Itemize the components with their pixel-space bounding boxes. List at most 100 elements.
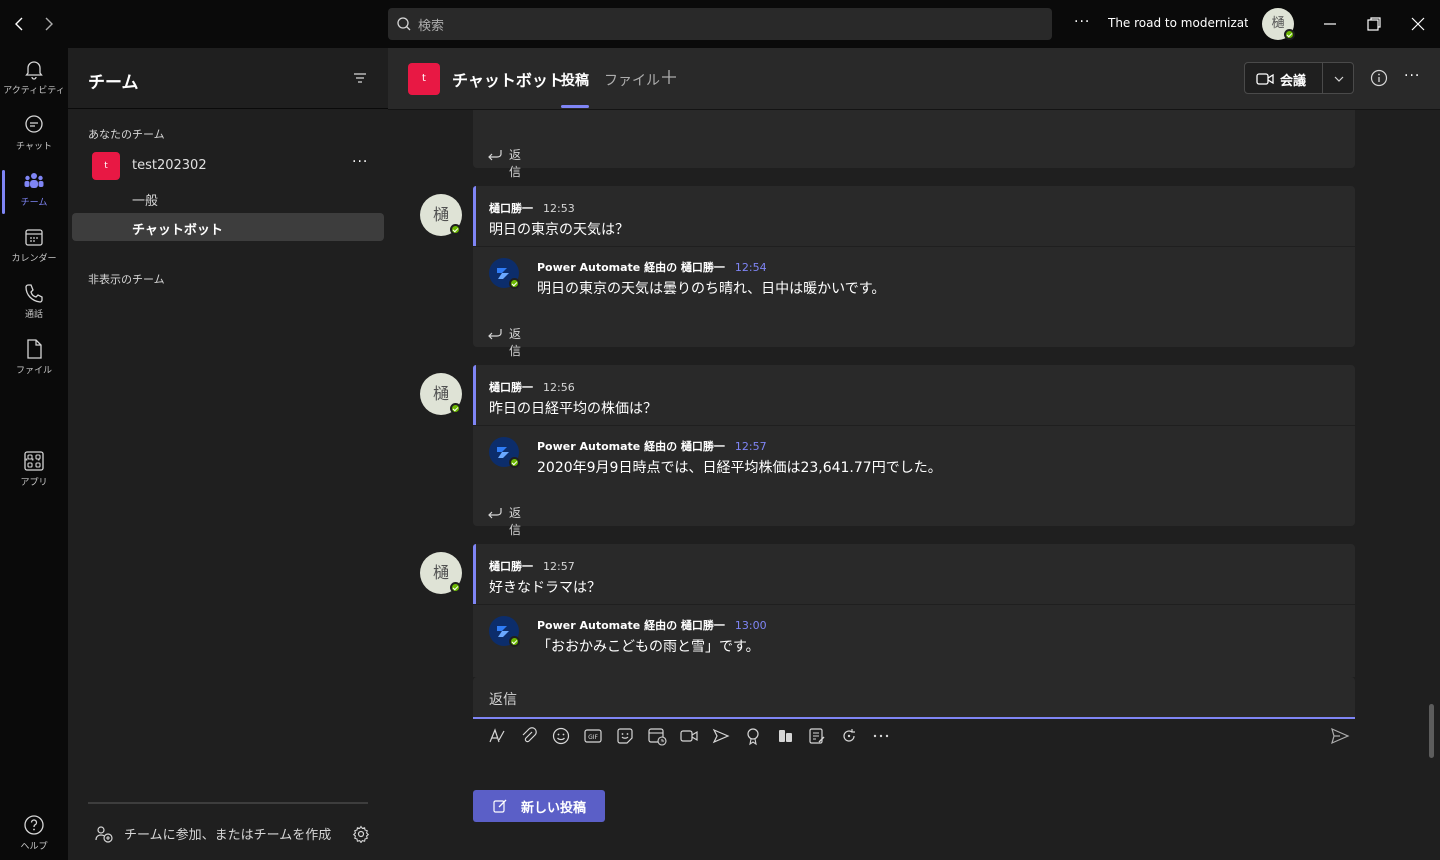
rail-label: アクティビティ xyxy=(3,86,65,96)
teams-icon xyxy=(23,170,45,192)
search-placeholder: 検索 xyxy=(418,19,445,34)
chat-icon xyxy=(23,114,45,136)
praise-icon[interactable] xyxy=(743,726,763,746)
author-name[interactable]: Power Automate 経由の 樋口勝一 xyxy=(537,440,725,453)
restore-icon[interactable] xyxy=(1362,12,1386,36)
author-name[interactable]: Power Automate 経由の 樋口勝一 xyxy=(537,619,725,632)
compose-icon xyxy=(493,799,507,813)
approvals-icon[interactable] xyxy=(775,726,795,746)
back-icon[interactable] xyxy=(10,14,30,34)
new-post-button[interactable]: 新しい投稿 xyxy=(473,790,605,822)
stream-icon[interactable] xyxy=(711,726,731,746)
more-options-icon[interactable]: ··· xyxy=(1404,68,1420,84)
org-title[interactable]: The road to modernizati... xyxy=(1108,16,1248,30)
rail-label: チャット xyxy=(16,142,52,152)
gif-icon[interactable]: GIF xyxy=(583,726,603,746)
forms-icon[interactable] xyxy=(807,726,827,746)
rail-item-help[interactable]: ヘルプ xyxy=(0,808,68,860)
timestamp: 12:56 xyxy=(543,381,575,394)
rail-label: チーム xyxy=(20,198,48,208)
avatar[interactable]: 樋 xyxy=(420,194,462,236)
video-icon[interactable] xyxy=(679,726,699,746)
apps-icon xyxy=(23,450,45,472)
format-icon[interactable] xyxy=(487,726,507,746)
reply-label: 返信 xyxy=(509,327,522,358)
search-input[interactable]: 検索 xyxy=(388,8,1052,40)
presence-available-icon xyxy=(509,278,520,289)
video-camera-icon xyxy=(1256,73,1274,85)
author-name[interactable]: 樋口勝一 xyxy=(489,560,533,573)
reply-label: 返信 xyxy=(509,148,522,179)
emoji-icon[interactable] xyxy=(551,726,571,746)
gear-icon[interactable] xyxy=(352,825,370,843)
power-automate-icon[interactable] xyxy=(489,258,520,289)
join-or-create-team-button[interactable]: チームに参加、またはチームを作成 xyxy=(94,823,370,843)
author-name[interactable]: 樋口勝一 xyxy=(489,202,533,215)
file-icon xyxy=(23,338,45,360)
channel-item-general[interactable]: 一般 xyxy=(72,184,384,212)
rail-label: カレンダー xyxy=(11,254,57,264)
rail-item-activity[interactable]: アクティビティ xyxy=(0,52,68,108)
minimize-icon[interactable] xyxy=(1318,12,1342,36)
search-icon xyxy=(396,16,412,32)
power-automate-icon[interactable] xyxy=(489,616,520,647)
filter-icon[interactable] xyxy=(352,70,368,86)
timestamp: 12:57 xyxy=(543,560,575,573)
reply-content: Power Automate 経由の 樋口勝一 13:00 「おおかみこどもの雨と… xyxy=(537,614,767,656)
message-text: 2020年9月9日時点では、日経平均株価は23,641.77円でした。 xyxy=(537,460,942,476)
meet-button[interactable]: 会議 xyxy=(1244,62,1354,94)
power-automate-icon[interactable] xyxy=(489,437,520,468)
title-bar: 検索 ··· The road to modernizati... 樋 xyxy=(0,0,1440,48)
chevron-down-icon[interactable] xyxy=(1333,73,1345,85)
section-hidden-teams[interactable]: 非表示のチーム xyxy=(88,271,165,287)
scrollbar[interactable] xyxy=(1429,704,1434,758)
rail-item-calls[interactable]: 通話 xyxy=(0,276,68,332)
avatar[interactable]: 樋 xyxy=(420,552,462,594)
close-icon[interactable] xyxy=(1406,12,1430,36)
reply-message: Power Automate 経由の 樋口勝一 12:57 2020年9月9日時点… xyxy=(489,435,1349,476)
channel-info-icon[interactable] xyxy=(1370,69,1388,87)
unread-accent xyxy=(473,544,476,604)
compose-toolbar: GIF xyxy=(473,724,1355,748)
author-name[interactable]: 樋口勝一 xyxy=(489,381,533,394)
rail-item-calendar[interactable]: カレンダー xyxy=(0,220,68,276)
more-options-icon[interactable] xyxy=(871,726,891,746)
channel-team-avatar: t xyxy=(408,63,440,95)
sticker-icon[interactable] xyxy=(615,726,635,746)
loop-icon[interactable] xyxy=(839,726,859,746)
divider xyxy=(473,604,1355,605)
posts-feed: 返信 樋 樋口勝一 12:53 明日の東京の天気は？ Power Automate… xyxy=(388,110,1440,860)
unread-accent xyxy=(473,186,476,246)
tab-files[interactable]: ファイル xyxy=(604,70,660,90)
rail-item-teams[interactable]: チーム xyxy=(0,164,68,220)
rail-item-chat[interactable]: チャット xyxy=(0,108,68,164)
meet-label: 会議 xyxy=(1280,74,1307,89)
team-item-test202302[interactable]: t test202302 ··· xyxy=(72,152,384,184)
channel-item-chatbot[interactable]: チャットボット xyxy=(72,213,384,241)
reply-arrow-icon xyxy=(488,329,502,340)
avatar[interactable]: 樋 xyxy=(420,373,462,415)
attach-icon[interactable] xyxy=(519,726,539,746)
rail-label: アプリ xyxy=(20,478,48,488)
divider xyxy=(88,802,368,804)
divider xyxy=(68,108,388,109)
add-tab-icon[interactable] xyxy=(660,68,678,86)
channel-label: チャットボット xyxy=(132,223,223,238)
rail-item-apps[interactable]: アプリ xyxy=(0,444,68,500)
settings-more-icon[interactable]: ··· xyxy=(1074,14,1090,30)
app-rail: アクティビティ チャット チーム カレンダー 通話 ファイル ··· アプリ ヘ… xyxy=(0,48,68,860)
rail-item-files[interactable]: ファイル xyxy=(0,332,68,388)
presence-available-icon xyxy=(1284,29,1295,40)
schedule-meeting-icon[interactable] xyxy=(647,726,667,746)
profile-avatar[interactable]: 樋 xyxy=(1262,8,1295,40)
send-icon[interactable] xyxy=(1330,727,1350,745)
reply-compose-box[interactable]: 返信 xyxy=(473,677,1355,719)
reply-arrow-icon xyxy=(488,150,502,161)
message-text: 昨日の日経平均の株価は？ xyxy=(489,401,657,417)
presence-available-icon xyxy=(450,403,461,414)
tab-posts[interactable]: 投稿 xyxy=(561,70,589,90)
author-name[interactable]: Power Automate 経由の 樋口勝一 xyxy=(537,261,725,274)
forward-icon[interactable] xyxy=(38,14,58,34)
new-post-label: 新しい投稿 xyxy=(521,801,587,816)
team-more-icon[interactable]: ··· xyxy=(352,154,368,170)
